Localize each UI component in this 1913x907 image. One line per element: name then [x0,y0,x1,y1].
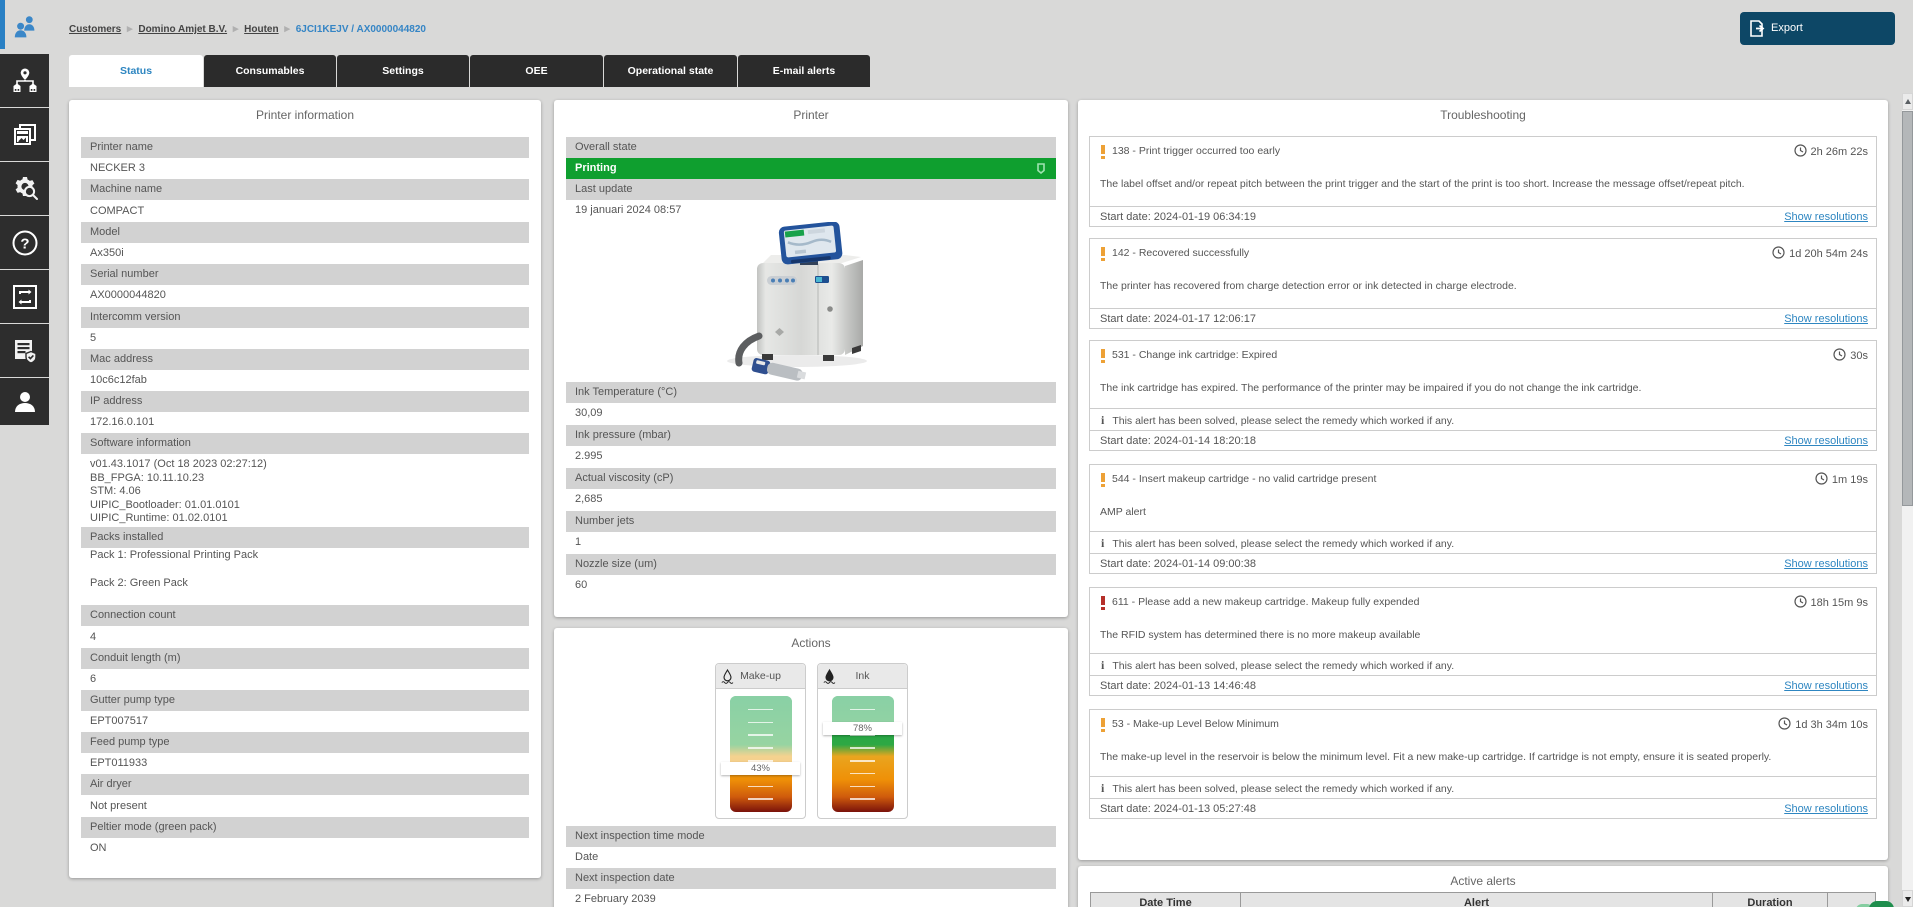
svg-text:?: ? [20,235,29,252]
